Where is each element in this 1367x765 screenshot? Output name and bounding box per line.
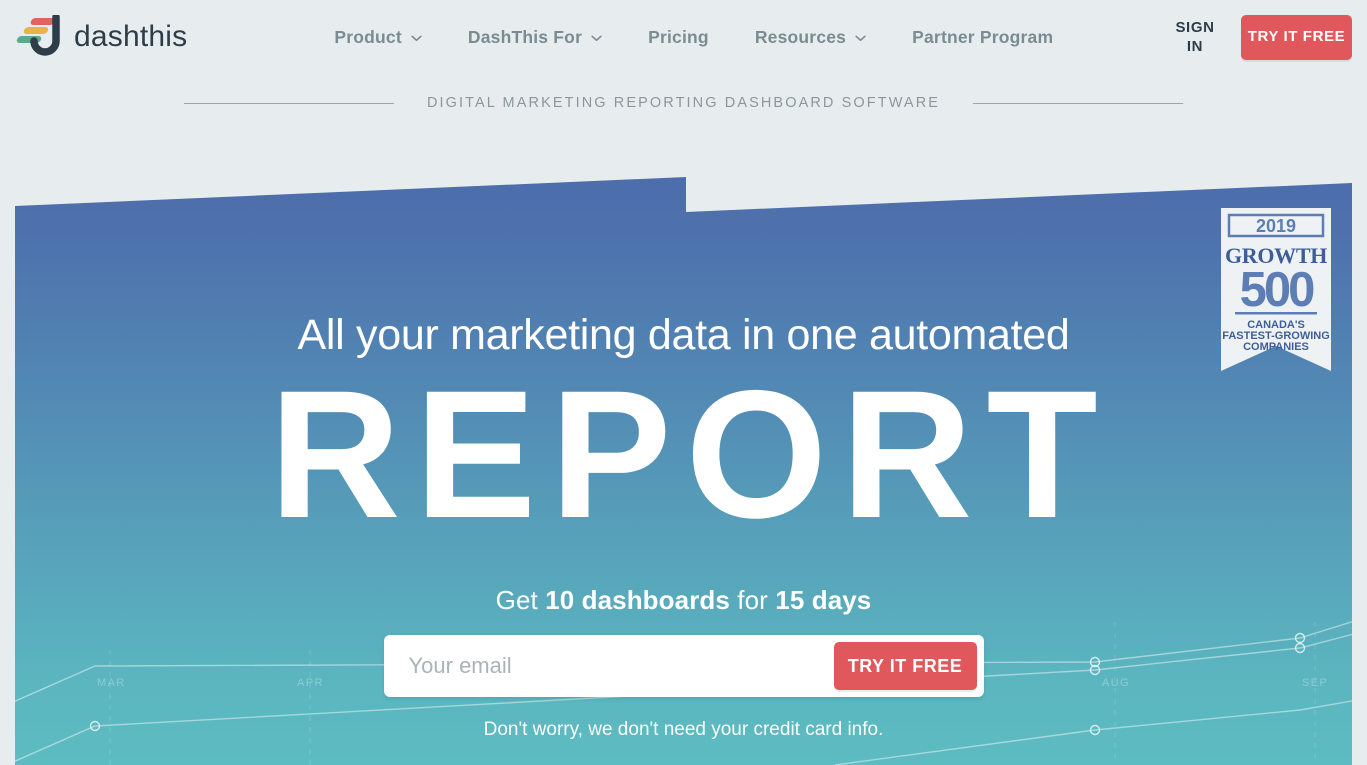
- nav-item-partner-program[interactable]: Partner Program: [889, 27, 1076, 48]
- tagline-text: DIGITAL MARKETING REPORTING DASHBOARD SO…: [426, 95, 941, 111]
- site-header: dashthis Product DashThis For Pricing Re…: [0, 0, 1367, 74]
- tagline-strip: DIGITAL MARKETING REPORTING DASHBOARD SO…: [0, 92, 1367, 114]
- nav-label: Partner Program: [912, 26, 1054, 47]
- tagline-divider-left: [183, 102, 394, 104]
- offer-part-1: Get: [495, 585, 546, 616]
- hero-section: MAR APR AUG SEP All your marketing data …: [15, 177, 1352, 765]
- nav-label: DashThis For: [467, 26, 583, 47]
- nav-item-dashthis-for[interactable]: DashThis For: [445, 27, 625, 48]
- nav-label: Resources: [754, 26, 847, 47]
- dashthis-logo-icon: [16, 13, 68, 59]
- credit-card-reassurance: Don't worry, we don't need your credit c…: [483, 719, 884, 741]
- chevron-down-icon: [411, 35, 422, 42]
- landing-page: dashthis Product DashThis For Pricing Re…: [0, 0, 1367, 765]
- badge-number-text: 500: [1240, 263, 1315, 317]
- hero-big-word: REPORT: [269, 352, 1112, 556]
- nav-item-product[interactable]: Product: [311, 27, 445, 48]
- try-it-free-header-button[interactable]: TRY IT FREE: [1241, 14, 1352, 60]
- nav-item-pricing[interactable]: Pricing: [625, 27, 732, 48]
- offer-bold-days: 15 days: [775, 585, 872, 616]
- nav-label: Product: [334, 26, 402, 47]
- tagline-divider-right: [973, 102, 1184, 104]
- chevron-down-icon: [855, 35, 866, 42]
- header-actions: SIGN IN TRY IT FREE: [1169, 14, 1352, 60]
- chevron-down-icon: [591, 35, 602, 42]
- offer-part-2: for: [729, 585, 776, 616]
- try-it-free-form-button[interactable]: TRY IT FREE: [833, 642, 977, 691]
- offer-bold-dashboards: 10 dashboards: [545, 585, 730, 616]
- email-input[interactable]: [390, 653, 834, 680]
- nav-label: Pricing: [648, 26, 709, 47]
- logo[interactable]: dashthis: [16, 0, 187, 74]
- logo-text: dashthis: [74, 20, 188, 53]
- hero-offer-line: Get 10 dashboards for 15 days: [496, 585, 872, 616]
- signup-form: TRY IT FREE: [383, 635, 984, 698]
- badge-line3-text: COMPANIES: [1243, 341, 1309, 353]
- primary-navigation: Product DashThis For Pricing Resources P…: [311, 27, 1076, 48]
- badge-year-text: 2019: [1256, 216, 1296, 236]
- sign-in-link[interactable]: SIGN IN: [1169, 18, 1221, 57]
- hero-content: All your marketing data in one automated…: [15, 177, 1352, 765]
- growth-500-badge: 2019 GROWTH 500 CANADA'S FASTEST-GROWING…: [1221, 208, 1331, 371]
- nav-item-resources[interactable]: Resources: [732, 27, 889, 48]
